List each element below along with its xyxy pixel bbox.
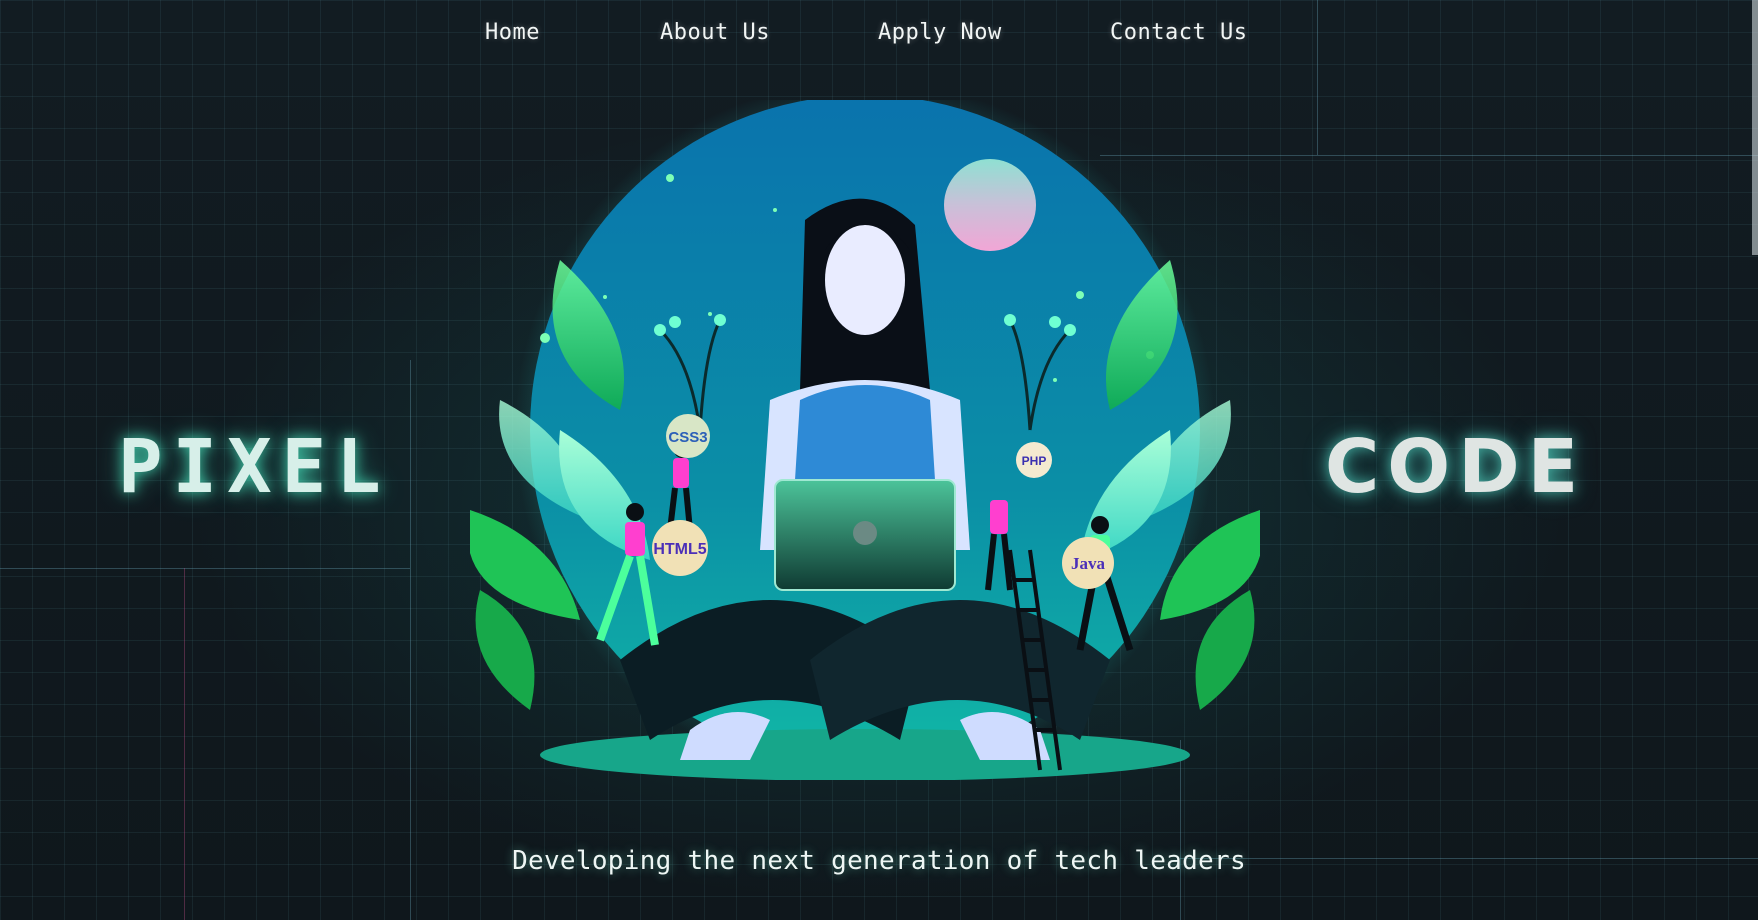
nav-apply-now[interactable]: Apply Now [878, 20, 1002, 45]
badge-html5: HTML5 [652, 520, 708, 576]
badge-css3-label: CSS3 [668, 429, 707, 446]
laptop [774, 479, 956, 591]
badge-php-label: PHP [1022, 454, 1047, 468]
landing-page: Home About Us Apply Now Contact Us PIXEL… [0, 0, 1758, 920]
nav-about-us[interactable]: About Us [660, 20, 770, 45]
hero-word-pixel: PIXEL [118, 424, 391, 510]
accent-line-vertical-left [410, 360, 411, 920]
moon [944, 159, 1036, 251]
badge-css3: CSS3 [666, 414, 710, 458]
ground-ellipse [540, 729, 1190, 780]
hero-word-code: CODE [1325, 424, 1587, 510]
main-nav: Home About Us Apply Now Contact Us [0, 20, 1758, 50]
badge-html5-label: HTML5 [653, 541, 706, 558]
badge-php: PHP [1016, 442, 1052, 478]
accent-line-horizontal-left [0, 568, 410, 569]
nav-contact-us[interactable]: Contact Us [1110, 20, 1247, 45]
badge-java: Java [1062, 537, 1114, 589]
hero-illustration: CSS3 HTML5 PHP Java [470, 100, 1260, 780]
nav-home[interactable]: Home [485, 20, 540, 45]
badge-java-label: Java [1071, 554, 1106, 573]
tagline: Developing the next generation of tech l… [512, 846, 1246, 876]
